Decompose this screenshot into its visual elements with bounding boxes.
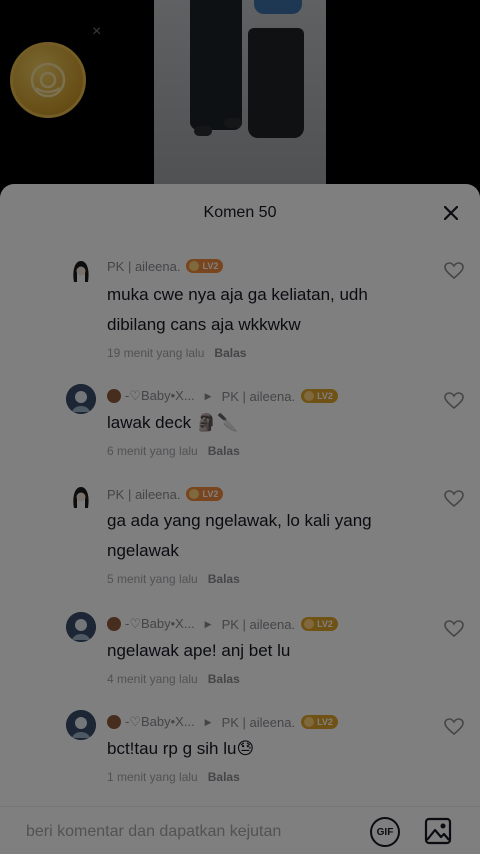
- heart-icon[interactable]: [444, 490, 464, 508]
- badge-label: LV2: [317, 391, 333, 401]
- comment-meta: 4 menit yang lalu Balas: [107, 672, 240, 686]
- comment-time: 5 menit yang lalu: [107, 572, 198, 586]
- reply-to-username[interactable]: PK | aileena.: [222, 715, 295, 730]
- heart-icon[interactable]: [444, 392, 464, 410]
- video-frame: [154, 0, 326, 188]
- reply-button[interactable]: Balas: [208, 572, 240, 586]
- comment-time: 19 menit yang lalu: [107, 346, 205, 360]
- comment-meta: 6 menit yang lalu Balas: [107, 444, 240, 458]
- reply-button[interactable]: Balas: [208, 444, 240, 458]
- shoe: [224, 118, 242, 128]
- badge-label: LV2: [202, 261, 219, 271]
- comment-username[interactable]: -♡Baby•X...: [125, 388, 195, 404]
- reply-to-username[interactable]: PK | aileena.: [222, 389, 295, 404]
- close-icon[interactable]: [440, 202, 462, 224]
- image-icon[interactable]: [424, 817, 452, 845]
- avatar[interactable]: [66, 256, 96, 286]
- reply-button[interactable]: Balas: [208, 672, 240, 686]
- avatar[interactable]: [66, 384, 96, 414]
- comment-time: 1 menit yang lalu: [107, 770, 198, 784]
- badge-dot-icon: [304, 391, 315, 401]
- level-badge: LV2: [301, 389, 338, 403]
- comment-meta: 19 menit yang lalu Balas: [107, 346, 246, 360]
- reply-arrow-icon: ▶: [204, 716, 212, 727]
- comment-username[interactable]: PK | aileena.: [107, 259, 180, 274]
- comment-header: -♡Baby•X... ▶ PK | aileena. LV2: [107, 386, 338, 406]
- comment-time: 6 menit yang lalu: [107, 444, 198, 458]
- coin-icon[interactable]: [10, 42, 86, 118]
- comment-meta: 1 menit yang lalu Balas: [107, 770, 240, 784]
- coin-face-icon: [30, 62, 66, 98]
- level-badge: LV2: [301, 617, 338, 631]
- avatar[interactable]: [66, 482, 96, 512]
- screen: × Komen 50 PK | aileena. LV2 muka cwe ny…: [0, 0, 480, 854]
- coin-close-icon[interactable]: ×: [92, 24, 101, 40]
- comment-header: -♡Baby•X... ▶ PK | aileena. LV2: [107, 614, 338, 634]
- sheet-header: Komen 50: [0, 184, 480, 242]
- heart-icon[interactable]: [444, 620, 464, 638]
- comment-username[interactable]: PK | aileena.: [107, 487, 180, 502]
- comment-username[interactable]: -♡Baby•X...: [125, 714, 195, 730]
- person-figure-right: [248, 28, 304, 138]
- comment-header: PK | aileena. LV2: [107, 256, 224, 276]
- badge-dot-icon: [189, 489, 200, 499]
- comment-text: lawak deck 🗿🔪: [107, 413, 239, 432]
- comment-input[interactable]: [14, 815, 354, 849]
- bear-emoji-icon: [107, 617, 121, 631]
- comment-meta: 5 menit yang lalu Balas: [107, 572, 240, 586]
- person-figure-left: [190, 0, 242, 130]
- bear-emoji-icon: [107, 715, 121, 729]
- comment-header: -♡Baby•X... ▶ PK | aileena. LV2: [107, 712, 338, 732]
- reply-arrow-icon: ▶: [204, 390, 212, 401]
- comment-text: ngelawak ape! anj bet lu: [107, 641, 291, 660]
- comment-text: ga ada yang ngelawak, lo kali yang ngela…: [107, 511, 372, 560]
- gif-label: GIF: [376, 826, 394, 838]
- level-badge: LV2: [186, 487, 224, 501]
- avatar[interactable]: [66, 710, 96, 740]
- badge-dot-icon: [304, 717, 315, 727]
- video-background[interactable]: ×: [0, 0, 480, 200]
- level-badge: LV2: [301, 715, 338, 729]
- badge-label: LV2: [317, 717, 333, 727]
- comment-time: 4 menit yang lalu: [107, 672, 198, 686]
- reply-arrow-icon: ▶: [204, 618, 212, 629]
- reply-button[interactable]: Balas: [214, 346, 246, 360]
- shoe: [194, 126, 212, 136]
- comment-text: bct!tau rp g sih lu😓: [107, 739, 255, 758]
- badge-dot-icon: [304, 619, 315, 629]
- comment-sheet: Komen 50 PK | aileena. LV2 muka cwe nya …: [0, 184, 480, 854]
- sheet-title: Komen 50: [203, 204, 277, 221]
- comment-header: PK | aileena. LV2: [107, 484, 224, 504]
- heart-icon[interactable]: [444, 718, 464, 736]
- level-badge: LV2: [186, 259, 224, 273]
- badge-dot-icon: [189, 261, 200, 271]
- gif-icon[interactable]: GIF: [370, 817, 400, 847]
- heart-icon[interactable]: [444, 262, 464, 280]
- reply-to-username[interactable]: PK | aileena.: [222, 617, 295, 632]
- bear-emoji-icon: [107, 389, 121, 403]
- comment-text: muka cwe nya aja ga keliatan, udh dibila…: [107, 285, 368, 334]
- reply-button[interactable]: Balas: [208, 770, 240, 784]
- person-top-right: [254, 0, 302, 14]
- avatar[interactable]: [66, 612, 96, 642]
- badge-label: LV2: [317, 619, 333, 629]
- comment-username[interactable]: -♡Baby•X...: [125, 616, 195, 632]
- badge-label: LV2: [202, 489, 219, 499]
- comment-input-bar: GIF: [0, 806, 480, 854]
